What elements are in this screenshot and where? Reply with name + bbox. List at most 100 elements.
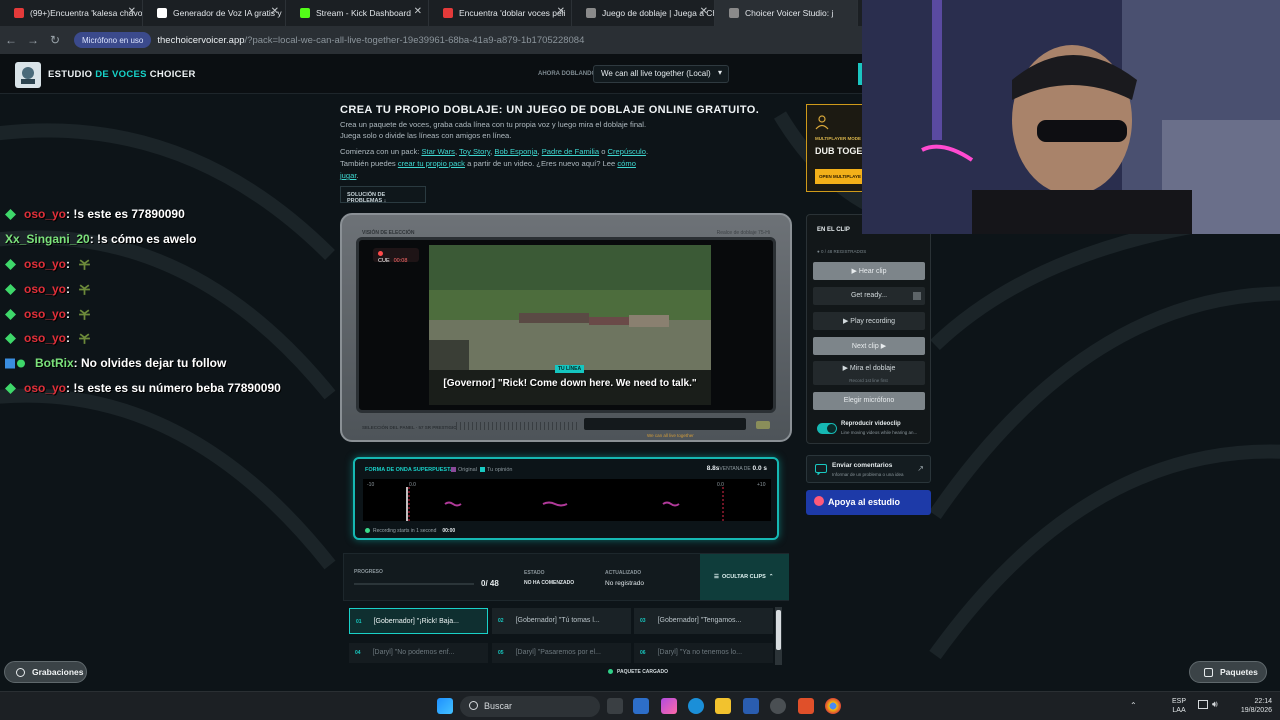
- clip-item[interactable]: 01 [Gobernador] "¡Rick! Baja...: [349, 608, 488, 634]
- multiplayer-promo[interactable]: MULTIPLAYER MODE DUB TOGE OPEN MULTIPLAY…: [806, 104, 864, 192]
- diamond-badge-icon: [5, 332, 16, 344]
- chatgpt-icon[interactable]: [770, 698, 786, 714]
- chat-username[interactable]: oso_yo: [24, 207, 66, 221]
- tray-chevron-icon[interactable]: ⌃: [1130, 701, 1137, 710]
- pack-link-toy-story[interactable]: Toy Story: [459, 147, 490, 156]
- chat-text: :: [66, 307, 71, 321]
- copilot-icon[interactable]: [661, 698, 677, 714]
- clip-item[interactable]: 02 [Gobernador] "Tú tomas l...: [492, 608, 631, 634]
- clips-scroll-thumb[interactable]: [776, 610, 781, 650]
- url-field[interactable]: thechoicervoicer.app/?pack=local-we-can-…: [157, 35, 584, 46]
- send-feedback-button[interactable]: Enviar comentarios Informar de un proble…: [806, 455, 931, 483]
- leaf-emote-icon: [79, 332, 90, 344]
- diamond-badge-icon: [5, 283, 16, 295]
- browser-tab[interactable]: Stream - Kick Dashboard ✕: [286, 0, 429, 26]
- toggle-label: Reproducir videoclip: [841, 421, 901, 427]
- back-arrow-icon[interactable]: ←: [0, 29, 22, 51]
- close-tab-icon[interactable]: ✕: [557, 6, 565, 17]
- mic-in-use-pill[interactable]: Micrófono en uso: [74, 32, 152, 48]
- create-pack-link[interactable]: crear tu propio pack: [398, 159, 465, 168]
- chrome-icon[interactable]: [825, 698, 841, 714]
- clip-item[interactable]: 05 [Daryl] "Pasaremos por el...: [492, 643, 631, 663]
- forward-arrow-icon[interactable]: →: [22, 29, 44, 51]
- tray-clock[interactable]: 22:14 19/8/2026: [1232, 697, 1272, 715]
- promo-subtitle: MULTIPLAYER MODE: [815, 136, 862, 141]
- chevron-down-icon: ▾: [717, 68, 722, 77]
- play-recording-button[interactable]: ▶ Play recording: [813, 312, 925, 330]
- webcam-image: [862, 0, 1280, 234]
- progress-count: 0/ 48: [481, 579, 499, 588]
- taskbar-search[interactable]: Buscar: [460, 696, 600, 717]
- pack-link-crepusculo[interactable]: Crepúsculo: [608, 147, 646, 156]
- folder-icon[interactable]: [715, 698, 731, 714]
- chat-username[interactable]: BotRix: [35, 356, 74, 370]
- browser-tab[interactable]: Juego de doblaje | Juega a Ch ✕: [572, 0, 715, 26]
- chat-username[interactable]: oso_yo: [24, 381, 66, 395]
- chat-text: :: [66, 257, 71, 271]
- feedback-subtitle: Informar de un problema o una idea: [832, 472, 904, 477]
- tray-language[interactable]: ESP LAA: [1172, 697, 1186, 715]
- open-multiplayer-button[interactable]: OPEN MULTIPLAYE: [815, 169, 864, 184]
- network-icon[interactable]: [1198, 700, 1208, 709]
- pack-link-padre-de-familia[interactable]: Padre de Familia: [542, 147, 599, 156]
- close-tab-icon[interactable]: ✕: [414, 6, 422, 17]
- diamond-badge-icon: [5, 208, 16, 220]
- chat-message: oso_yo :: [5, 307, 91, 321]
- clip-panel-title: EN EL CLIP: [817, 227, 850, 233]
- play-videoclip-toggle[interactable]: [817, 423, 837, 434]
- windows-start-icon[interactable]: [437, 698, 453, 714]
- chat-username[interactable]: oso_yo: [24, 307, 66, 321]
- get-ready-button[interactable]: Get ready...: [813, 287, 925, 305]
- pack-link-bob-esponja[interactable]: Bob Esponja: [494, 147, 537, 156]
- edge-icon[interactable]: [688, 698, 704, 714]
- legend-original-swatch: [451, 467, 456, 473]
- chat-username[interactable]: Xx_Singani_20: [5, 232, 90, 246]
- how-to-play-link[interactable]: cómo: [617, 159, 636, 168]
- file-explorer-icon[interactable]: [633, 698, 649, 714]
- chat-username[interactable]: oso_yo: [24, 257, 66, 271]
- progress-panel: PROGRESO 0/ 48 ESTADO NO HA COMENZADO AC…: [343, 553, 789, 601]
- chat-message: Xx_Singani_20 : !s cómo es awelo: [5, 232, 196, 246]
- studio-logo-icon[interactable]: [15, 62, 41, 88]
- choose-mic-button[interactable]: Elegir micrófono: [813, 392, 925, 410]
- site-header: ESTUDIO DE VOCES CHOICER: [0, 54, 862, 94]
- close-tab-icon[interactable]: ✕: [128, 6, 136, 17]
- close-tab-icon[interactable]: ✕: [271, 6, 279, 17]
- video-clip[interactable]: TU LÍNEA [Governor] "Rick! Come down her…: [429, 245, 711, 405]
- brave-icon[interactable]: [798, 698, 814, 714]
- waveform-plot[interactable]: -10 0.0 0.0 +10: [363, 479, 771, 521]
- brand-title[interactable]: ESTUDIO DE VOCES CHOICER: [48, 69, 196, 80]
- close-tab-icon[interactable]: ✕: [700, 6, 708, 17]
- mail-icon[interactable]: [743, 698, 759, 714]
- reload-icon[interactable]: ↻: [44, 29, 66, 51]
- volume-icon[interactable]: 🔊︎: [1212, 699, 1218, 710]
- clip-item[interactable]: 06 [Daryl] "Ya no tenemos lo...: [634, 643, 773, 663]
- clip-item[interactable]: 04 [Daryl] "No podemos enf...: [349, 643, 488, 663]
- pack-link-star-wars[interactable]: Star Wars: [421, 147, 454, 156]
- tab-favicon-icon: [300, 8, 310, 18]
- browser-tab[interactable]: Generador de Voz IA gratis y ✕: [143, 0, 286, 26]
- clip-item[interactable]: 03 [Gobernador] "Tengamos...: [634, 608, 773, 634]
- hide-clips-button[interactable]: ☰ OCULTAR CLIPS ⌃: [700, 554, 789, 600]
- users-icon: [815, 115, 829, 130]
- pack-select[interactable]: We can all live together (Local) ▾: [593, 65, 729, 83]
- state-value: NO HA COMENZADO: [524, 580, 575, 586]
- recording-countdown: Recording starts in 1 second 00:00: [365, 528, 455, 534]
- browser-tab[interactable]: Encuentra 'doblar voces peli ✕: [429, 0, 572, 26]
- chat-username[interactable]: oso_yo: [24, 331, 66, 345]
- browser-tab-active[interactable]: Choicer Voicer Studio: j: [715, 0, 858, 26]
- feedback-title: Enviar comentarios: [832, 462, 893, 469]
- troubleshooting-button[interactable]: SOLUCIÓN DE PROBLEMAS ↓: [340, 186, 426, 204]
- browser-tab[interactable]: (99+)Encuentra 'kalesa chavo ✕: [0, 0, 143, 26]
- how-to-play-link-2[interactable]: jugar: [340, 171, 356, 180]
- recordings-button[interactable]: Grabaciones: [4, 661, 87, 683]
- task-view-icon[interactable]: [607, 698, 623, 714]
- support-studio-button[interactable]: Apoya al estudio: [806, 490, 931, 515]
- chat-message: oso_yo : !s este es su número beba 77890…: [5, 381, 281, 395]
- chat-text: : !s este es 77890090: [66, 207, 185, 221]
- hear-clip-button[interactable]: ▶ Hear clip: [813, 262, 925, 280]
- heart-icon: [814, 496, 824, 506]
- packs-button[interactable]: Paquetes: [1189, 661, 1267, 683]
- next-clip-button[interactable]: Next clip ▶: [813, 337, 925, 355]
- chat-username[interactable]: oso_yo: [24, 282, 66, 296]
